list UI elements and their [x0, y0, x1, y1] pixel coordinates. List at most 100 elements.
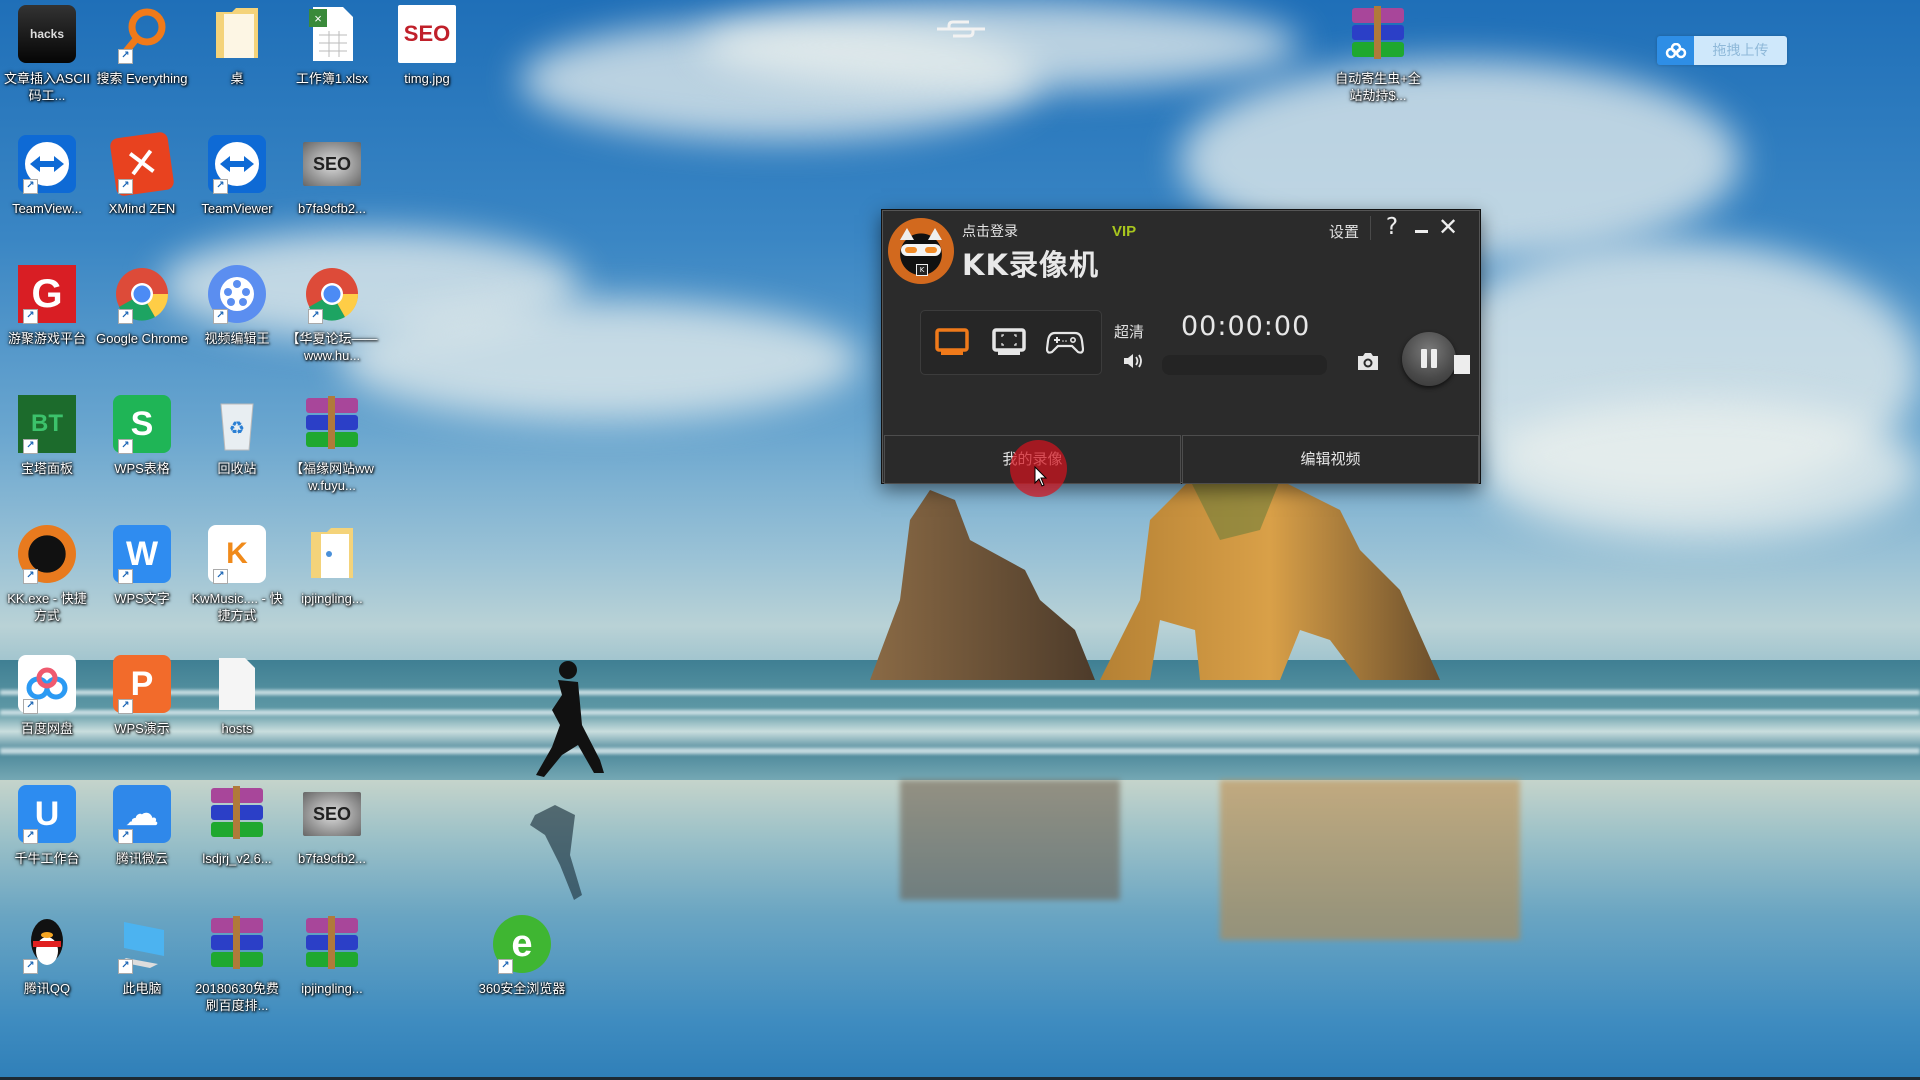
- desktop-icon-bt-panel[interactable]: BT ↗ 宝塔面板: [1, 394, 93, 477]
- folder-icon: [216, 8, 258, 58]
- wave: [0, 710, 1920, 715]
- desktop-icon-chrome[interactable]: ↗ 【华夏论坛——www.hu...: [286, 264, 378, 364]
- drag-upload-widget[interactable]: 拖拽上传: [1657, 36, 1787, 65]
- baidu-netdisk-icon-wrapper: ↗: [17, 654, 77, 714]
- desktop-icon-winrar[interactable]: 自动寄生虫+全站劫持$...: [1332, 4, 1424, 104]
- cloud: [340, 300, 860, 420]
- close-button[interactable]: ✕: [1435, 214, 1461, 240]
- everything-icon-wrapper: ↗: [112, 4, 172, 64]
- desktop-icon-chrome[interactable]: ↗ Google Chrome: [96, 264, 188, 347]
- desktop-icon-label: 文章插入ASCII码工...: [4, 71, 90, 103]
- desktop-icon-label: 360安全浏览器: [478, 981, 566, 996]
- recording-timer: 00:00:00: [1181, 311, 1311, 342]
- teamviewer-icon-wrapper: ↗: [207, 134, 267, 194]
- desktop-icon-label: b7fa9cfb2...: [298, 201, 366, 216]
- desktop-icon-kk[interactable]: ↗ KK.exe - 快捷方式: [1, 524, 93, 624]
- desktop-icon-label: 宝塔面板: [20, 461, 73, 476]
- bt-panel-icon-wrapper: BT ↗: [17, 394, 77, 454]
- help-button[interactable]: ?: [1379, 214, 1405, 240]
- desktop-icon-folder[interactable]: 桌: [191, 4, 283, 87]
- desktop-icon-winrar[interactable]: 【福缘网站www.fuyu...: [286, 394, 378, 494]
- desktop-icon-winrar[interactable]: lsdjrj_v2.6...: [191, 784, 283, 867]
- cloud: [700, 0, 1300, 90]
- desktop-icon-label: b7fa9cfb2...: [298, 851, 366, 866]
- winrar-archive-icon: [1352, 6, 1404, 60]
- desktop-icon-label: 20180630免费刷百度排...: [195, 981, 279, 1013]
- chrome-icon-wrapper: ↗: [302, 264, 362, 324]
- desktop-icon-label: lsdjrj_v2.6...: [202, 851, 272, 866]
- seo-image-icon: SEO: [398, 5, 456, 63]
- desktop-icon-xmind[interactable]: ✕ ↗ XMind ZEN: [96, 131, 188, 217]
- pause-button[interactable]: [1402, 332, 1456, 386]
- desktop-icon-label: 百度网盘: [20, 721, 73, 736]
- desktop-icon-kwmusic[interactable]: K ↗ KwMusic.... - 快捷方式: [191, 524, 283, 624]
- desktop-icon-label: KwMusic.... - 快捷方式: [191, 591, 283, 623]
- seo-dark-image-icon-wrapper: SEO: [302, 134, 362, 194]
- desktop-icon-wps-writer[interactable]: W ↗ WPS文字: [96, 524, 188, 607]
- shortcut-arrow-icon: ↗: [23, 179, 38, 194]
- desktop-icon-winrar[interactable]: ipjingling...: [286, 914, 378, 997]
- shortcut-arrow-icon: ↗: [118, 309, 133, 324]
- region-mode-monitor-icon[interactable]: [990, 327, 1028, 357]
- desktop-icon-label: 自动寄生虫+全站劫持$...: [1335, 71, 1421, 103]
- winrar-archive-icon: [306, 396, 358, 450]
- game-mode-gamepad-icon[interactable]: [1046, 327, 1084, 357]
- shortcut-arrow-icon: ↗: [498, 959, 513, 974]
- desktop-icon-youju[interactable]: G ↗ 游聚游戏平台: [1, 264, 93, 347]
- shortcut-arrow-icon: ↗: [23, 699, 38, 714]
- desktop-icon-label: timg.jpg: [404, 71, 450, 86]
- login-link[interactable]: 点击登录: [962, 221, 1018, 241]
- wave: [0, 748, 1920, 754]
- recorder-floating-toolbar-icon[interactable]: [935, 14, 987, 44]
- desktop-icon-blank-file[interactable]: hosts: [191, 654, 283, 737]
- mouse-cursor-icon: [1034, 466, 1048, 487]
- desktop-icon-label: WPS文字: [114, 591, 170, 606]
- minimize-button[interactable]: [1408, 214, 1434, 240]
- winrar-archive-icon: [211, 916, 263, 970]
- desktop-icon-baidu-netdisk[interactable]: ↗ 百度网盘: [1, 654, 93, 737]
- desktop-icon-seo-dark-image[interactable]: SEO b7fa9cfb2...: [286, 784, 378, 867]
- youju-icon-wrapper: G ↗: [17, 264, 77, 324]
- desktop-icon-excel[interactable]: × 工作簿1.xlsx: [286, 4, 378, 87]
- desktop-icon-teamviewer[interactable]: ↗ TeamViewer: [191, 134, 283, 217]
- edit-video-button[interactable]: 编辑视频: [1182, 435, 1479, 484]
- titlebar-divider: [1370, 216, 1371, 240]
- desktop-icon-label: 视频编辑王: [204, 331, 270, 346]
- desktop-icon-seo-dark-image[interactable]: SEO b7fa9cfb2...: [286, 134, 378, 217]
- recording-mode-selector: [920, 310, 1102, 375]
- settings-button[interactable]: 设置: [1329, 221, 1359, 242]
- winrar-icon-wrapper: [302, 914, 362, 974]
- desktop-icon-everything[interactable]: ↗ 搜索 Everything: [96, 4, 188, 87]
- desktop-icon-wps-sheet[interactable]: S ↗ WPS表格: [96, 394, 188, 477]
- quality-selector[interactable]: 超清: [1114, 321, 1144, 342]
- volume-icon[interactable]: [1122, 351, 1144, 371]
- screenshot-camera-icon[interactable]: [1356, 350, 1380, 372]
- shortcut-arrow-icon: ↗: [118, 699, 133, 714]
- desktop-icon-seo-image[interactable]: SEO timg.jpg: [381, 4, 473, 87]
- stop-button[interactable]: [1454, 355, 1470, 374]
- desktop-icon-this-pc[interactable]: ↗ 此电脑: [96, 914, 188, 997]
- desktop-icon-360-browser[interactable]: e ↗ 360安全浏览器: [476, 914, 568, 997]
- desktop-icon-teamviewer[interactable]: ↗ TeamView...: [1, 134, 93, 217]
- desktop-icon-qq[interactable]: ↗ 腾讯QQ: [1, 914, 93, 997]
- desktop-icon-folder-file[interactable]: ipjingling...: [286, 524, 378, 607]
- volume-level-bar[interactable]: [1162, 355, 1327, 375]
- svg-text:×: ×: [314, 11, 322, 26]
- teamviewer-icon-wrapper: ↗: [17, 134, 77, 194]
- desktop-icon-recycle-bin[interactable]: ♻ 回收站: [191, 394, 283, 477]
- desktop-icon-label: KK.exe - 快捷方式: [7, 591, 87, 623]
- vip-badge[interactable]: VIP: [1112, 223, 1136, 240]
- shortcut-arrow-icon: ↗: [308, 309, 323, 324]
- desktop-icon-wps-present[interactable]: P ↗ WPS演示: [96, 654, 188, 737]
- desktop-icon-winrar[interactable]: 20180630免费刷百度排...: [191, 914, 283, 1014]
- desktop-icon-label: 工作簿1.xlsx: [295, 71, 369, 86]
- shortcut-arrow-icon: ↗: [23, 829, 38, 844]
- kk-recorder-window: K 点击登录 VIP KK录像机 设置 ? ✕ 超清 00:00:00 编辑视频: [881, 209, 1481, 484]
- desktop-icon-weiyun[interactable]: ☁ ↗ 腾讯微云: [96, 784, 188, 867]
- desktop-icon-hacks[interactable]: hacks 文章插入ASCII码工...: [1, 4, 93, 104]
- desktop-icon-video-editor[interactable]: ↗ 视频编辑王: [191, 264, 283, 347]
- desktop-icon-label: WPS演示: [114, 721, 170, 736]
- blank-file-icon-wrapper: [207, 654, 267, 714]
- desktop-icon-qianniu[interactable]: U ↗ 千牛工作台: [1, 784, 93, 867]
- fullscreen-mode-monitor-icon[interactable]: [933, 327, 971, 357]
